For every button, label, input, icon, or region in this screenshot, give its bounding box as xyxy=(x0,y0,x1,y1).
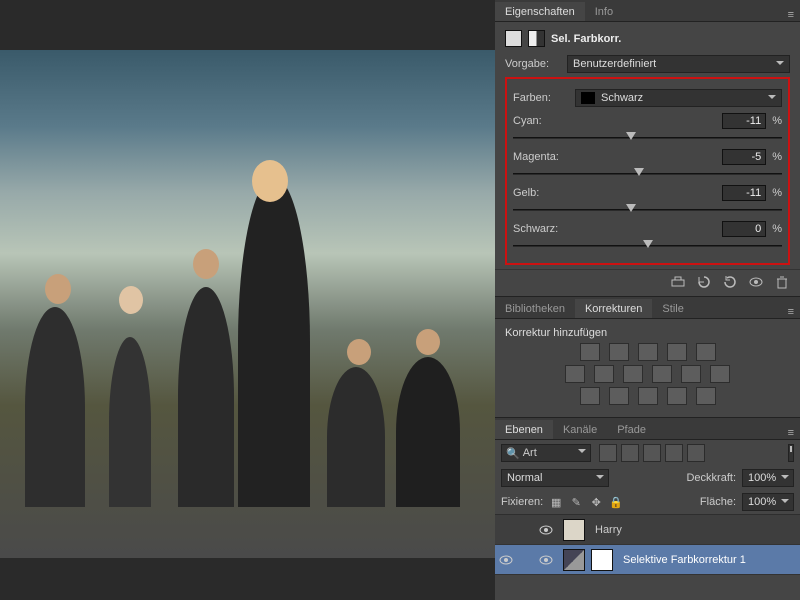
fx-visibility-icon[interactable] xyxy=(539,523,557,537)
percent-label: % xyxy=(772,151,782,163)
filter-adjust-icon[interactable] xyxy=(621,444,639,462)
gradient-map-icon[interactable] xyxy=(667,387,687,405)
filter-type-icon[interactable] xyxy=(643,444,661,462)
lock-move-icon[interactable]: ✥ xyxy=(589,495,603,509)
color-lookup-icon[interactable] xyxy=(710,365,730,383)
layer-thumb-icon xyxy=(563,519,585,541)
tab-channels[interactable]: Kanäle xyxy=(553,420,607,439)
posterize-icon[interactable] xyxy=(609,387,629,405)
adjustment-type-icon xyxy=(505,30,522,47)
properties-tabbar: Eigenschaften Info ≡ xyxy=(495,0,800,22)
hue-sat-icon[interactable] xyxy=(565,365,585,383)
slider-label: Cyan: xyxy=(513,115,722,127)
slider-label: Magenta: xyxy=(513,151,722,163)
filter-toggle[interactable] xyxy=(788,444,794,462)
adjustment-title: Sel. Farbkorr. xyxy=(551,33,621,45)
visibility-toggle-icon[interactable] xyxy=(499,553,517,567)
slider-label: Gelb: xyxy=(513,187,722,199)
tab-styles[interactable]: Stile xyxy=(652,299,693,318)
lock-label: Fixieren: xyxy=(501,496,543,508)
panel-menu-icon[interactable]: ≡ xyxy=(782,306,800,318)
layer-row[interactable]: Selektive Farbkorrektur 1 xyxy=(495,545,800,575)
layer-name[interactable]: Harry xyxy=(591,524,796,536)
corrections-tabbar: Bibliotheken Korrekturen Stile ≡ xyxy=(495,297,800,319)
filter-shape-icon[interactable] xyxy=(665,444,683,462)
fx-visibility-icon[interactable] xyxy=(539,553,557,567)
vibrance-icon[interactable] xyxy=(696,343,716,361)
add-adjustment-label: Korrektur hinzufügen xyxy=(505,327,790,339)
channel-mixer-icon[interactable] xyxy=(681,365,701,383)
color-swatch-icon xyxy=(581,92,595,104)
color-balance-icon[interactable] xyxy=(594,365,614,383)
visibility-icon[interactable] xyxy=(748,274,764,290)
colors-dropdown[interactable]: Schwarz xyxy=(575,89,782,107)
reset-icon[interactable] xyxy=(722,274,738,290)
levels-icon[interactable] xyxy=(609,343,629,361)
slider-value-input[interactable] xyxy=(722,185,766,201)
prev-state-icon[interactable] xyxy=(696,274,712,290)
invert-icon[interactable] xyxy=(580,387,600,405)
panel-menu-icon[interactable]: ≡ xyxy=(782,427,800,439)
percent-label: % xyxy=(772,115,782,127)
slider-label: Schwarz: xyxy=(513,223,722,235)
preset-label: Vorgabe: xyxy=(505,58,561,70)
document-canvas[interactable] xyxy=(0,0,495,600)
fill-input[interactable]: 100% xyxy=(742,493,794,511)
layer-row[interactable]: Harry xyxy=(495,515,800,545)
mask-icon[interactable] xyxy=(528,30,545,47)
percent-label: % xyxy=(772,187,782,199)
properties-footer xyxy=(495,269,800,296)
photo-filter-icon[interactable] xyxy=(652,365,672,383)
clip-icon[interactable] xyxy=(670,274,686,290)
bw-icon[interactable] xyxy=(623,365,643,383)
slider-value-input[interactable] xyxy=(722,221,766,237)
tab-properties[interactable]: Eigenschaften xyxy=(495,2,585,21)
layer-mask-icon xyxy=(591,549,613,571)
colors-label: Farben: xyxy=(513,92,569,104)
percent-label: % xyxy=(772,223,782,235)
slider-track[interactable] xyxy=(513,203,782,215)
opacity-label: Deckkraft: xyxy=(686,472,736,484)
layers-tabbar: Ebenen Kanäle Pfade ≡ xyxy=(495,418,800,440)
tab-libraries[interactable]: Bibliotheken xyxy=(495,299,575,318)
selective-color-icon[interactable] xyxy=(696,387,716,405)
image-preview xyxy=(0,50,495,558)
lock-all-icon[interactable]: 🔒 xyxy=(609,495,623,509)
layer-filter-dropdown[interactable]: 🔍 Art xyxy=(501,444,591,462)
tab-layers[interactable]: Ebenen xyxy=(495,420,553,439)
layer-name[interactable]: Selektive Farbkorrektur 1 xyxy=(619,554,796,566)
tab-info[interactable]: Info xyxy=(585,2,623,21)
tab-corrections[interactable]: Korrekturen xyxy=(575,299,652,318)
slider-track[interactable] xyxy=(513,131,782,143)
slider-track[interactable] xyxy=(513,239,782,251)
adjustment-thumb-icon xyxy=(563,549,585,571)
filter-pixel-icon[interactable] xyxy=(599,444,617,462)
brightness-contrast-icon[interactable] xyxy=(580,343,600,361)
preset-dropdown[interactable]: Benutzerdefiniert xyxy=(567,55,790,73)
slider-value-input[interactable] xyxy=(722,113,766,129)
threshold-icon[interactable] xyxy=(638,387,658,405)
fill-label: Fläche: xyxy=(700,496,736,508)
lock-transparent-icon[interactable]: ▦ xyxy=(549,495,563,509)
highlighted-controls: Farben: Schwarz Cyan: % Magenta: % Gelb:… xyxy=(505,77,790,265)
search-icon: 🔍 xyxy=(506,447,520,460)
panel-menu-icon[interactable]: ≡ xyxy=(782,9,800,21)
filter-smart-icon[interactable] xyxy=(687,444,705,462)
blend-mode-dropdown[interactable]: Normal xyxy=(501,469,609,487)
opacity-input[interactable]: 100% xyxy=(742,469,794,487)
slider-value-input[interactable] xyxy=(722,149,766,165)
lock-paint-icon[interactable]: ✎ xyxy=(569,495,583,509)
exposure-icon[interactable] xyxy=(667,343,687,361)
slider-track[interactable] xyxy=(513,167,782,179)
curves-icon[interactable] xyxy=(638,343,658,361)
trash-icon[interactable] xyxy=(774,274,790,290)
tab-paths[interactable]: Pfade xyxy=(607,420,656,439)
